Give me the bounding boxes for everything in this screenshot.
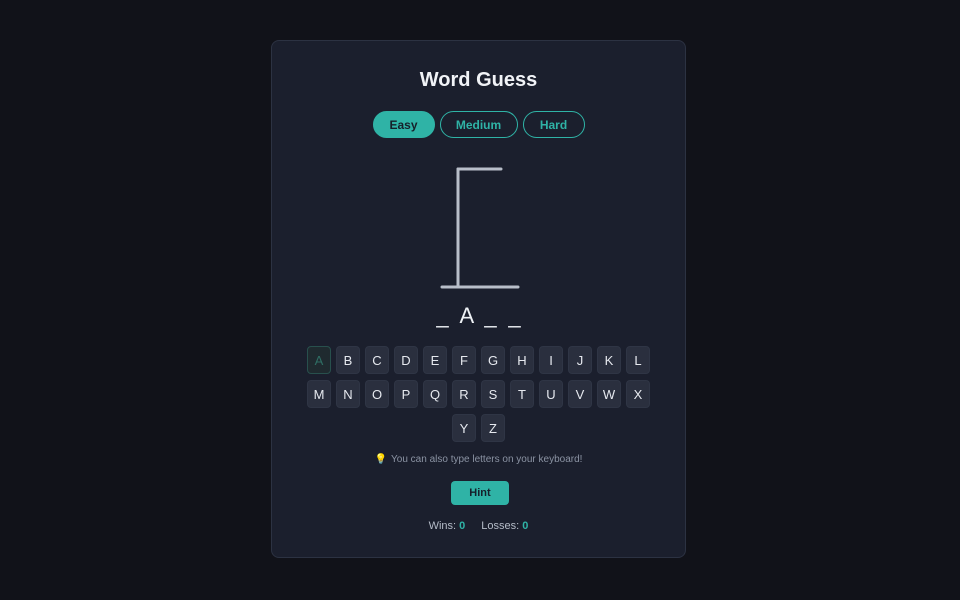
key-q[interactable]: Q [423,380,447,408]
key-f[interactable]: F [452,346,476,374]
difficulty-hard-button[interactable]: Hard [522,111,585,138]
key-y[interactable]: Y [452,414,476,442]
key-b[interactable]: B [336,346,360,374]
key-d[interactable]: D [394,346,418,374]
losses-stat: Losses: 0 [481,520,528,532]
wins-count: 0 [459,520,466,532]
key-s[interactable]: S [481,380,505,408]
score-stats: Wins: 0 Losses: 0 [272,520,685,532]
difficulty-easy-button[interactable]: Easy [372,111,435,138]
key-z[interactable]: Z [481,414,505,442]
key-e[interactable]: E [423,346,447,374]
wins-stat: Wins: 0 [429,520,466,532]
word-slot: A [459,303,475,328]
key-v[interactable]: V [568,380,592,408]
key-r[interactable]: R [452,380,476,408]
key-g[interactable]: G [481,346,505,374]
game-card: Word Guess Easy Medium Hard _ A _ _ ABCD… [271,40,686,558]
tip-text: You can also type letters on your keyboa… [391,454,583,465]
key-p[interactable]: P [394,380,418,408]
hint-button[interactable]: Hint [451,481,509,505]
difficulty-medium-button[interactable]: Medium [439,111,518,138]
key-u[interactable]: U [539,380,563,408]
key-l[interactable]: L [626,346,650,374]
key-n[interactable]: N [336,380,360,408]
key-i[interactable]: I [539,346,563,374]
gallows-drawing [440,167,520,289]
word-display: _ A _ _ [272,303,685,329]
key-c[interactable]: C [365,346,389,374]
word-slot: _ [508,303,521,328]
losses-count: 0 [522,520,529,532]
keyboard-row-1: ABCDEFGHIJKL [272,346,685,374]
wins-label: Wins: [428,520,457,532]
keyboard-tip: 💡 You can also type letters on your keybo… [272,454,685,465]
key-a[interactable]: A [307,346,331,374]
key-j[interactable]: J [568,346,592,374]
keyboard-row-2: MNOPQRSTUVWX [272,380,685,408]
key-t[interactable]: T [510,380,534,408]
key-x[interactable]: X [626,380,650,408]
losses-label: Losses: [481,520,520,532]
key-h[interactable]: H [510,346,534,374]
key-m[interactable]: M [307,380,331,408]
page-title: Word Guess [419,69,538,91]
lightbulb-icon: 💡 [374,454,388,465]
keyboard-row-3: YZ [272,414,685,442]
difficulty-selector: Easy Medium Hard [272,111,685,138]
word-slot: _ [484,303,497,328]
key-k[interactable]: K [597,346,621,374]
key-o[interactable]: O [365,380,389,408]
key-w[interactable]: W [597,380,621,408]
word-slot: _ [436,303,449,328]
